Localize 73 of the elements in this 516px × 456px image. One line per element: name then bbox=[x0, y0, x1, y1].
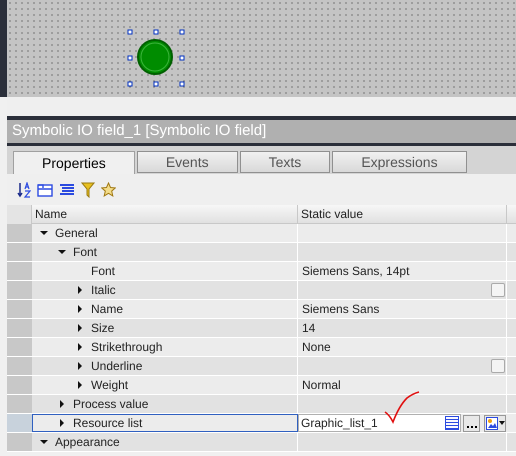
table-row[interactable]: Italic bbox=[7, 281, 516, 300]
tree-row[interactable]: Process value bbox=[32, 395, 298, 413]
tree-row[interactable]: Size bbox=[32, 319, 298, 337]
column-header[interactable]: Name bbox=[32, 205, 298, 224]
tree-row[interactable]: Weight bbox=[32, 376, 298, 394]
property-name: Strikethrough bbox=[91, 339, 162, 356]
property-value: Normal bbox=[301, 377, 341, 394]
expand-arrow-icon[interactable] bbox=[58, 419, 66, 427]
list-icon[interactable] bbox=[59, 182, 75, 196]
graphic-picker-button[interactable] bbox=[484, 414, 506, 432]
table-row[interactable]: Underline bbox=[7, 357, 516, 376]
property-name: General bbox=[55, 225, 98, 242]
table-row[interactable]: Weight Normal bbox=[7, 376, 516, 395]
property-name: Italic bbox=[91, 282, 116, 299]
filter-icon[interactable] bbox=[81, 182, 95, 198]
table-row[interactable]: Name Siemens Sans bbox=[7, 300, 516, 319]
value-field[interactable]: Graphic_list_1 bbox=[298, 414, 461, 432]
indicator-lamp[interactable] bbox=[127, 29, 185, 87]
tree-row[interactable]: Appearance bbox=[32, 433, 298, 451]
star-icon[interactable] bbox=[101, 182, 116, 197]
collapse-arrow-icon[interactable] bbox=[58, 248, 66, 256]
property-name: Size bbox=[91, 320, 114, 337]
expand-arrow-icon[interactable] bbox=[76, 324, 84, 332]
table-row[interactable]: Strikethrough None bbox=[7, 338, 516, 357]
folder-icon[interactable] bbox=[37, 182, 53, 196]
tree-row[interactable]: Underline bbox=[32, 357, 298, 375]
property-name: Font bbox=[73, 244, 98, 261]
property-name: Font bbox=[91, 263, 116, 280]
table-row[interactable]: Appearance bbox=[7, 433, 516, 452]
tree-row[interactable]: General bbox=[32, 224, 298, 242]
table-row[interactable]: Resource list Graphic_list_1 bbox=[7, 414, 516, 433]
property-value: None bbox=[301, 339, 331, 356]
tree-row[interactable]: Resource list bbox=[32, 414, 298, 432]
collapse-arrow-icon[interactable] bbox=[40, 438, 48, 446]
expand-arrow-icon[interactable] bbox=[58, 400, 66, 408]
sort-alphabetical-icon[interactable] bbox=[17, 182, 31, 198]
tab[interactable]: Properties bbox=[13, 151, 135, 174]
property-name: Weight bbox=[91, 377, 128, 394]
property-name: Name bbox=[91, 301, 124, 318]
property-value: Siemens Sans, 14pt bbox=[301, 263, 410, 280]
column-header[interactable]: Static value bbox=[298, 205, 507, 224]
caret-icon bbox=[499, 421, 505, 425]
image-icon bbox=[486, 416, 498, 430]
collapse-arrow-icon[interactable] bbox=[40, 229, 48, 237]
checkbox[interactable] bbox=[491, 359, 505, 373]
expand-arrow-icon[interactable] bbox=[76, 305, 84, 313]
inspector-title: Symbolic IO field_1 [Symbolic IO field] bbox=[12, 121, 266, 142]
tab[interactable]: Expressions bbox=[332, 151, 467, 173]
tree-row[interactable]: Font bbox=[32, 243, 298, 261]
checkbox[interactable] bbox=[491, 283, 505, 297]
property-name: Underline bbox=[91, 358, 142, 375]
tree-row[interactable]: Name bbox=[32, 300, 298, 318]
tree-row[interactable]: Strikethrough bbox=[32, 338, 298, 356]
expand-arrow-icon[interactable] bbox=[76, 381, 84, 389]
expand-arrow-icon[interactable] bbox=[76, 343, 84, 351]
table-row[interactable]: Size 14 bbox=[7, 319, 516, 338]
table-row[interactable]: General bbox=[7, 224, 516, 243]
property-name: Resource list bbox=[73, 415, 142, 432]
tree-row[interactable]: Font bbox=[32, 262, 298, 280]
expand-arrow-icon[interactable] bbox=[76, 362, 84, 370]
browse-button[interactable] bbox=[463, 414, 480, 432]
table-row[interactable]: Font Siemens Sans, 14pt bbox=[7, 262, 516, 281]
list-icon[interactable] bbox=[445, 416, 459, 430]
property-name: Appearance bbox=[55, 434, 120, 451]
tab[interactable]: Texts bbox=[240, 151, 330, 173]
property-value: Siemens Sans bbox=[301, 301, 380, 318]
tab[interactable]: Events bbox=[136, 151, 238, 173]
property-name: Process value bbox=[73, 396, 148, 413]
tree-row[interactable]: Italic bbox=[32, 281, 298, 299]
property-value: 14 bbox=[301, 320, 316, 337]
table-row[interactable]: Font bbox=[7, 243, 516, 262]
table-row[interactable]: Process value bbox=[7, 395, 516, 414]
expand-arrow-icon[interactable] bbox=[76, 286, 84, 294]
